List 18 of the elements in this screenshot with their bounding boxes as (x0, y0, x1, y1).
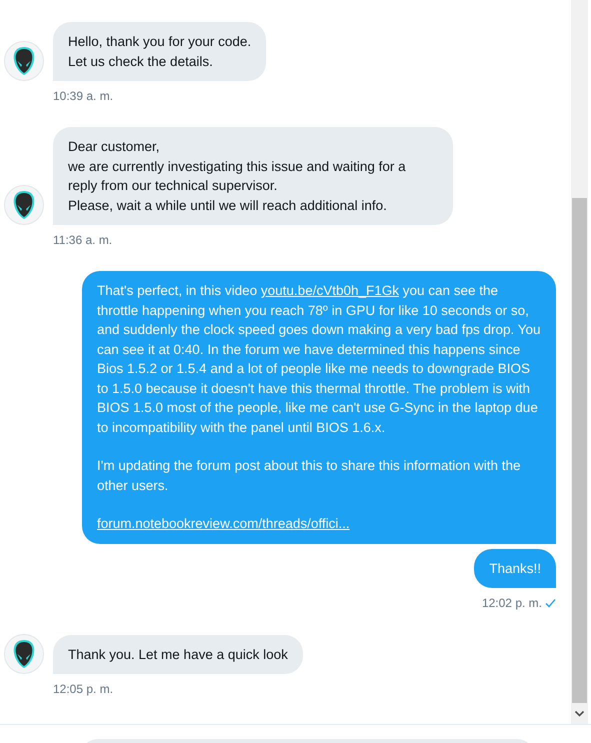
message-text: Hello, thank you for your code. Let us check the details. (68, 33, 252, 70)
message-link[interactable]: forum.notebookreview.com/threads/offici... (97, 516, 350, 531)
alien-avatar-icon (4, 185, 44, 225)
message-link[interactable]: youtu.be/cVtb0h_F1Gk (260, 283, 399, 298)
message-text: I'm updating the forum post about this to share this information with the other users. (97, 457, 522, 494)
scrollbar-thumb[interactable] (572, 198, 587, 703)
scrollbar[interactable] (571, 0, 588, 724)
message-text: Dear customer, we are currently investigating this issue and waiting for a reply from our technical supervisor. Please, wait a while until we will reach additional info. (68, 138, 407, 214)
check-icon (545, 598, 556, 608)
message-text: That's perfect, in this video youtu.be/cVtb0h_F1Gk you can see the throttle happening when you reach 78º in GPU for like 10 seconds or so, and suddenly the clock speed goes down making a very bad fps drop. You can see it at 0:40. In the forum we have determined this happens since Bios 1.5.2 or 1.5.4 and a lot of people like me needs to downgrade BIOS to 1.5.0 because it doesn't have this thermal throttle. The problem is with BIOS 1.5.0 most of the people, like me can't use G-Sync in the laptop due to incompatibility with the panel until BIOS 1.6.x. (97, 282, 541, 437)
alien-avatar-icon (4, 41, 44, 81)
alien-avatar-icon (4, 634, 44, 674)
message-time: 10:39 a. m. (53, 88, 114, 105)
message-text: Thank you. Let me have a quick look (68, 646, 288, 664)
message-time: 11:36 a. m. (53, 232, 112, 249)
message-time: 12:02 p. m. (482, 595, 542, 612)
message-time: 12:05 p. m. (53, 681, 114, 698)
message-text: Thanks!! (489, 560, 541, 578)
